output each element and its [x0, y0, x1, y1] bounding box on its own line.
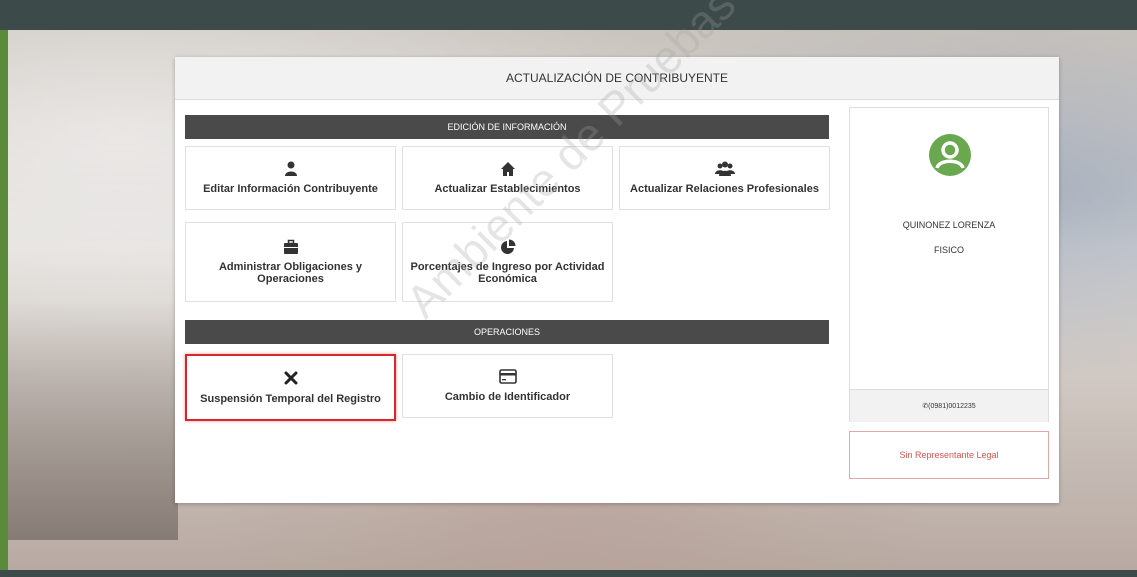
- avatar: [928, 133, 972, 177]
- phone-bar: ✆(0981)0012235: [850, 389, 1048, 422]
- update-establishments-button[interactable]: Actualizar Establecimientos: [402, 146, 613, 210]
- update-professional-relations-label: Actualizar Relaciones Profesionales: [630, 183, 819, 195]
- temporary-suspension-label: Suspensión Temporal del Registro: [200, 392, 381, 405]
- page-title: ACTUALIZACIÓN DE CONTRIBUYENTE: [505, 71, 729, 85]
- pie-chart-icon: [500, 239, 516, 255]
- update-establishments-label: Actualizar Establecimientos: [434, 183, 581, 195]
- legal-representative-label: Sin Representante Legal: [899, 450, 999, 460]
- income-percentages-label: Porcentajes de Ingreso por Actividad Eco…: [410, 261, 605, 285]
- close-icon: [284, 371, 298, 387]
- manage-obligations-label: Administrar Obligaciones y Operaciones: [218, 261, 363, 285]
- section-operaciones: OPERACIONES: [185, 320, 829, 344]
- taxpayer-type: FISICO: [933, 245, 964, 255]
- background-shade: [8, 300, 178, 540]
- edit-taxpayer-label: Editar Información Contribuyente: [203, 183, 378, 195]
- users-icon: [714, 161, 735, 177]
- update-professional-relations-button[interactable]: Actualizar Relaciones Profesionales: [619, 146, 830, 210]
- bottom-bar: [0, 570, 1137, 577]
- briefcase-icon: [283, 239, 299, 255]
- taxpayer-name: QUINONEZ LORENZA: [902, 220, 996, 230]
- home-icon: [500, 161, 516, 177]
- card-header: ACTUALIZACIÓN DE CONTRIBUYENTE: [175, 57, 1059, 100]
- manage-obligations-button[interactable]: Administrar Obligaciones y Operaciones: [185, 222, 396, 302]
- taxpayer-update-card: ACTUALIZACIÓN DE CONTRIBUYENTE EDICIÓN D…: [175, 57, 1059, 503]
- phone-number: ✆(0981)0012235: [922, 403, 976, 410]
- credit-card-icon: [498, 369, 517, 385]
- legal-representative-box[interactable]: Sin Representante Legal: [849, 431, 1049, 479]
- change-identifier-label: Cambio de Identificador: [444, 391, 571, 403]
- temporary-suspension-button[interactable]: Suspensión Temporal del Registro: [185, 354, 396, 421]
- edit-taxpayer-button[interactable]: Editar Información Contribuyente: [185, 146, 396, 210]
- section-edicion-label: EDICIÓN DE INFORMACIÓN: [447, 122, 567, 132]
- user-icon: [284, 161, 298, 177]
- section-operaciones-label: OPERACIONES: [473, 327, 540, 337]
- section-edicion: EDICIÓN DE INFORMACIÓN: [185, 115, 829, 139]
- top-bar: [0, 0, 1137, 30]
- change-identifier-button[interactable]: Cambio de Identificador: [402, 354, 613, 418]
- income-percentages-button[interactable]: Porcentajes de Ingreso por Actividad Eco…: [402, 222, 613, 302]
- taxpayer-profile-card: QUINONEZ LORENZA FISICO ✆(0981)0012235: [849, 107, 1049, 422]
